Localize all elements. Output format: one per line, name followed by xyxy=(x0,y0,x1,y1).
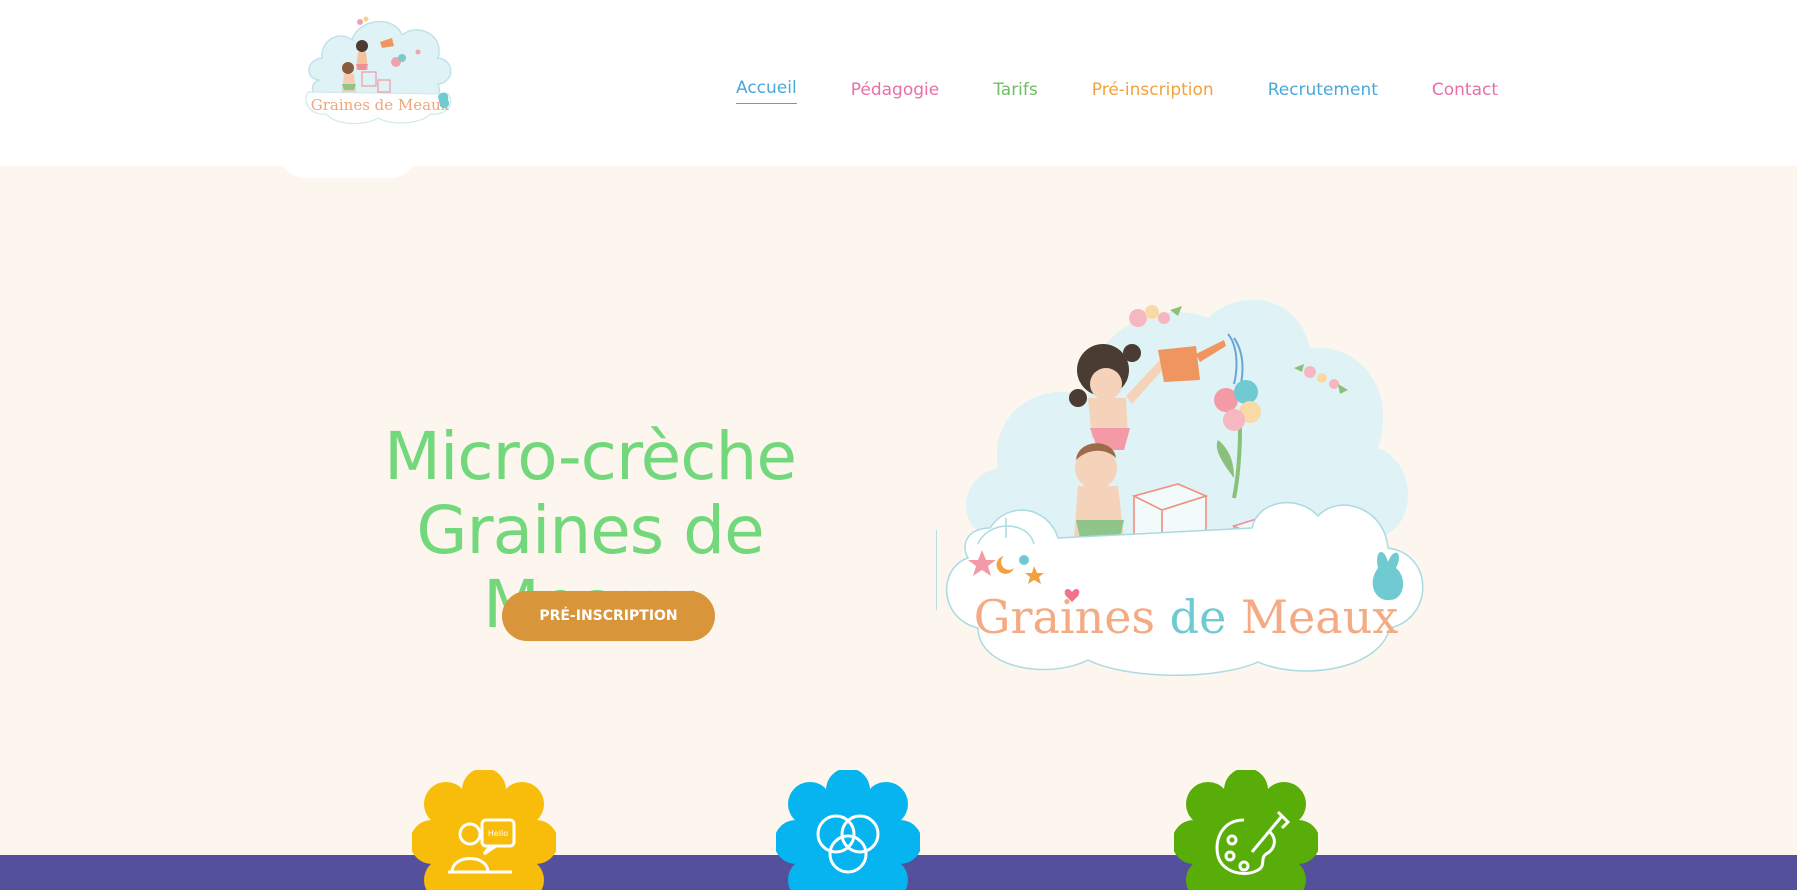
badge-bubble-text: Hello xyxy=(488,829,508,838)
nav-tarifs[interactable]: Tarifs xyxy=(993,78,1038,102)
nav-pre-inscription[interactable]: Pré-inscription xyxy=(1092,78,1214,102)
site-logo[interactable]: Graines de Meaux xyxy=(300,10,460,128)
nav-recrutement[interactable]: Recrutement xyxy=(1268,78,1378,102)
header-cloud-edge xyxy=(278,150,418,178)
main-nav: Accueil Pédagogie Tarifs Pré-inscription… xyxy=(736,76,1498,104)
palette-icon[interactable] xyxy=(1174,770,1318,890)
speech-bubbles-icon[interactable]: Hello xyxy=(412,770,556,890)
site-header: Graines de Meaux Accueil Pédagogie Tarif… xyxy=(0,0,1797,178)
circles-icon[interactable] xyxy=(776,770,920,890)
hero-logo-text: Graines de Meaux xyxy=(974,590,1399,644)
logo-text: Graines de Meaux xyxy=(311,96,450,114)
hero-logo-illustration: Graines de Meaux xyxy=(946,299,1424,676)
hero-title-line1: Micro-crèche xyxy=(384,418,797,495)
nav-pedagogie[interactable]: Pédagogie xyxy=(851,78,939,102)
pre-inscription-button[interactable]: PRÉ-INSCRIPTION xyxy=(502,591,715,641)
nav-accueil[interactable]: Accueil xyxy=(736,76,797,104)
decorative-line xyxy=(936,530,937,610)
nav-contact[interactable]: Contact xyxy=(1432,78,1498,102)
